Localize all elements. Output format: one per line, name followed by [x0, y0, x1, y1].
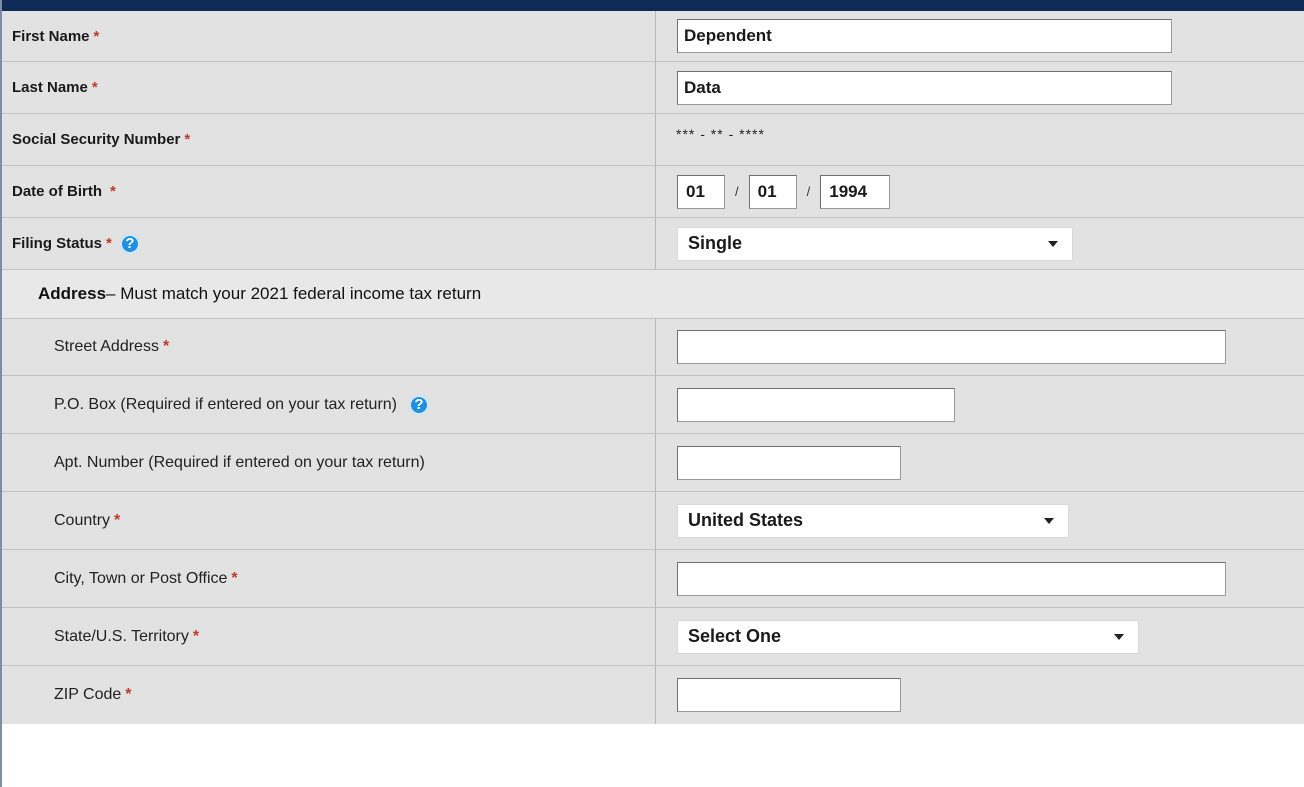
city-value-cell: [656, 550, 1304, 607]
zip-label-cell: ZIP Code *: [2, 666, 656, 724]
required-marker: *: [184, 131, 191, 148]
dependent-info-form: First Name * Dependent Last Name * Data …: [0, 0, 1304, 787]
form-top-bar: [2, 0, 1304, 11]
dob-label: Date of Birth: [12, 183, 102, 200]
po-box-label-cell: P.O. Box (Required if entered on your ta…: [2, 376, 656, 433]
help-icon[interactable]: ?: [409, 394, 429, 415]
date-separator: /: [735, 184, 739, 199]
required-marker: *: [162, 338, 170, 355]
filing-status-label-cell: Filing Status * ?: [2, 218, 656, 269]
state-value-cell: Select One: [656, 608, 1304, 665]
state-selected: Select One: [688, 626, 782, 646]
filing-status-selected: Single: [688, 233, 743, 253]
last-name-label: Last Name: [12, 79, 88, 96]
last-name-value-cell: Data: [656, 62, 1304, 113]
filing-status-label: Filing Status: [12, 235, 102, 252]
last-name-input[interactable]: Data: [677, 70, 1172, 105]
zip-row: ZIP Code *: [2, 666, 1304, 724]
required-marker: *: [93, 27, 100, 45]
dob-row: Date of Birth * 01 / 01 / 1994: [2, 166, 1304, 218]
required-marker: *: [110, 183, 116, 200]
ssn-label-cell: Social Security Number *: [2, 114, 656, 165]
state-label-cell: State/U.S. Territory *: [2, 608, 656, 665]
zip-value-cell: [656, 666, 1304, 724]
dob-day-input[interactable]: 01: [748, 174, 797, 209]
po-box-row: P.O. Box (Required if entered on your ta…: [2, 376, 1304, 434]
filing-status-value-cell: Single: [656, 218, 1304, 269]
address-section-heading: Address – Must match your 2021 federal i…: [2, 270, 1304, 319]
first-name-row: First Name * Dependent: [2, 11, 1304, 62]
required-marker: *: [114, 511, 121, 529]
address-heading: Address: [38, 284, 107, 303]
state-label: State/U.S. Territory: [54, 627, 189, 645]
zip-label: ZIP Code: [54, 686, 122, 703]
city-label: City, Town or Post Office: [54, 569, 228, 587]
first-name-label-cell: First Name *: [2, 11, 656, 61]
filing-status-select[interactable]: Single: [677, 226, 1073, 261]
required-marker: *: [91, 79, 98, 96]
help-icon[interactable]: ?: [119, 233, 140, 254]
apt-number-label-cell: Apt. Number (Required if entered on your…: [2, 434, 656, 491]
first-name-value-cell: Dependent: [656, 11, 1304, 61]
state-row: State/U.S. Territory * Select One: [2, 608, 1304, 666]
apt-number-row: Apt. Number (Required if entered on your…: [2, 434, 1304, 492]
address-subheading: – Must match your 2021 federal income ta…: [106, 284, 482, 303]
dob-value-cell: 01 / 01 / 1994: [656, 166, 1304, 217]
last-name-row: Last Name * Data: [2, 62, 1304, 114]
street-address-row: Street Address *: [2, 319, 1304, 376]
required-marker: *: [125, 686, 132, 703]
first-name-input[interactable]: Dependent: [677, 19, 1172, 53]
ssn-row: Social Security Number * *** - ** - ****: [2, 114, 1304, 166]
last-name-label-cell: Last Name *: [2, 62, 656, 113]
country-value-cell: United States: [656, 492, 1304, 549]
street-address-input[interactable]: [677, 330, 1226, 364]
filing-status-row: Filing Status * ? Single: [2, 218, 1304, 270]
country-label-cell: Country *: [2, 492, 656, 549]
ssn-value-cell: *** - ** - ****: [656, 114, 1304, 165]
date-separator: /: [806, 184, 811, 199]
zip-input[interactable]: [677, 678, 901, 712]
city-row: City, Town or Post Office *: [2, 550, 1304, 608]
country-selected: United States: [688, 510, 804, 530]
apt-number-label: Apt. Number (Required if entered on your…: [54, 453, 425, 471]
chevron-down-icon: [1048, 240, 1058, 247]
required-marker: *: [106, 235, 112, 252]
city-label-cell: City, Town or Post Office *: [2, 550, 656, 607]
country-label: Country: [54, 511, 111, 529]
chevron-down-icon: [1044, 517, 1054, 524]
required-marker: *: [192, 627, 200, 645]
street-address-value-cell: [656, 319, 1304, 375]
state-select[interactable]: Select One: [677, 619, 1139, 654]
ssn-label: Social Security Number: [12, 131, 181, 148]
street-address-label: Street Address: [54, 338, 159, 355]
country-select[interactable]: United States: [677, 503, 1069, 538]
apt-number-value-cell: [656, 434, 1304, 491]
dob-label-cell: Date of Birth *: [2, 166, 656, 217]
po-box-input[interactable]: [677, 387, 955, 422]
po-box-value-cell: [656, 376, 1304, 433]
required-marker: *: [231, 569, 238, 587]
apt-number-input[interactable]: [677, 445, 901, 480]
first-name-label: First Name: [12, 27, 90, 45]
street-address-label-cell: Street Address *: [2, 319, 656, 375]
country-row: Country * United States: [2, 492, 1304, 550]
dob-year-input[interactable]: 1994: [820, 174, 891, 209]
ssn-masked-value: *** - ** - ****: [676, 126, 765, 142]
chevron-down-icon: [1114, 633, 1124, 640]
dob-month-input[interactable]: 01: [677, 174, 725, 209]
city-input[interactable]: [677, 561, 1226, 596]
po-box-label: P.O. Box (Required if entered on your ta…: [54, 395, 397, 413]
